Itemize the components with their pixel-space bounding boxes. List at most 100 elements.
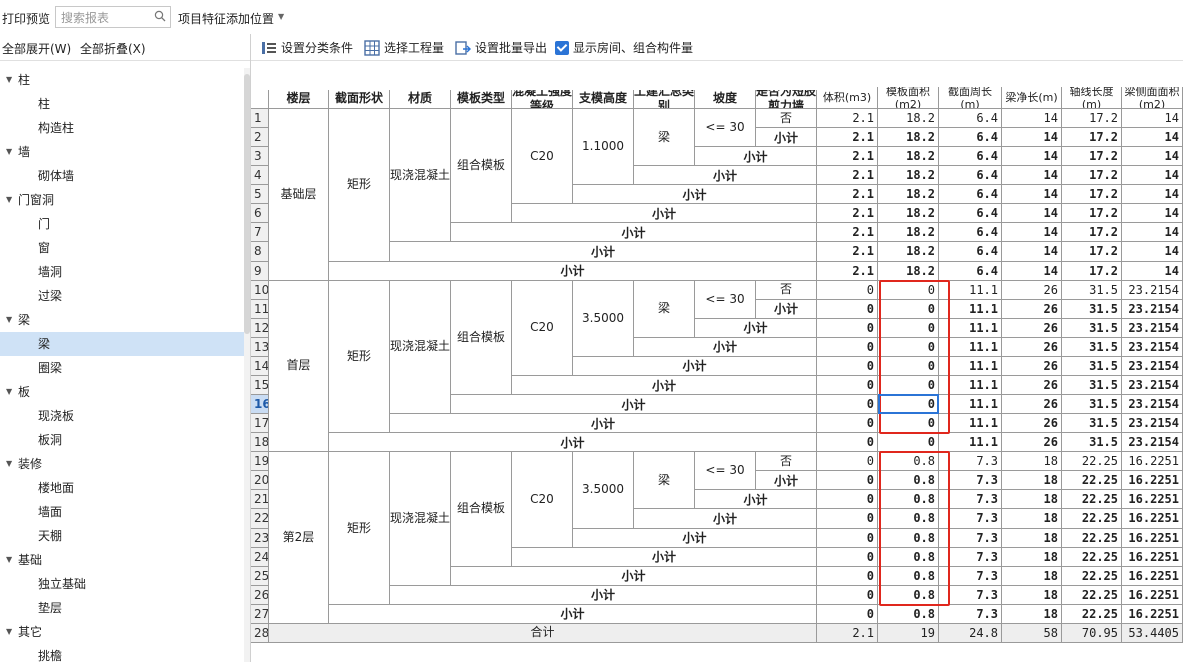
quantity-cell[interactable]: 0 xyxy=(878,433,939,453)
quantity-cell[interactable]: 14 xyxy=(1122,223,1183,243)
column-header-net-length[interactable]: 梁净长(m) xyxy=(1002,87,1062,109)
quantity-cell[interactable]: 6.4 xyxy=(939,223,1002,243)
quantity-cell[interactable]: 23.2154 xyxy=(1122,414,1183,434)
set-classification-button[interactable]: 设置分类条件 xyxy=(261,39,353,56)
quantity-cell[interactable]: 22.25 xyxy=(1062,528,1122,548)
quantity-cell[interactable]: 0.8 xyxy=(878,471,939,491)
quantity-cell[interactable]: 14 xyxy=(1002,204,1062,224)
quantity-cell[interactable]: 31.5 xyxy=(1062,356,1122,376)
quantity-cell[interactable]: 0 xyxy=(878,414,939,434)
quantity-cell[interactable]: 11.1 xyxy=(939,395,1002,415)
quantity-cell[interactable]: 23.2154 xyxy=(1122,375,1183,396)
quantity-cell[interactable]: 14 xyxy=(1002,147,1062,167)
quantity-cell[interactable]: 14 xyxy=(1122,185,1183,205)
row-number[interactable]: 13 xyxy=(251,337,269,357)
row-number[interactable]: 21 xyxy=(251,490,269,510)
row-number[interactable]: 1 xyxy=(251,109,269,129)
row-number[interactable]: 5 xyxy=(251,185,269,205)
quantity-cell[interactable]: 14 xyxy=(1122,109,1183,129)
quantity-cell[interactable]: 11.1 xyxy=(939,337,1002,357)
tree-item[interactable]: 窗 xyxy=(0,236,249,260)
row-number[interactable]: 3 xyxy=(251,147,269,167)
total-cell[interactable]: 2.1 xyxy=(817,623,878,643)
quantity-cell[interactable]: 18 xyxy=(1002,509,1062,529)
expand-arrow-icon[interactable]: ▼ xyxy=(6,140,12,164)
quantity-cell[interactable]: 18 xyxy=(1002,585,1062,605)
print-preview-button[interactable]: 打印预览 xyxy=(2,10,50,27)
quantity-cell[interactable]: 14 xyxy=(1002,109,1062,129)
row-number[interactable]: 16 xyxy=(251,395,269,415)
quantity-cell[interactable]: 0 xyxy=(817,528,878,548)
quantity-cell[interactable]: 14 xyxy=(1002,128,1062,148)
feature-position-dropdown[interactable]: 项目特征添加位置 xyxy=(178,10,274,27)
quantity-cell[interactable]: 26 xyxy=(1002,337,1062,357)
quantity-cell[interactable]: 22.25 xyxy=(1062,490,1122,510)
quantity-cell[interactable]: 14 xyxy=(1002,166,1062,186)
quantity-cell[interactable]: 0 xyxy=(817,490,878,510)
row-number[interactable]: 2 xyxy=(251,128,269,148)
quantity-cell[interactable]: 26 xyxy=(1002,433,1062,453)
quantity-cell[interactable]: 7.3 xyxy=(939,528,1002,548)
quantity-cell[interactable]: 23.2154 xyxy=(1122,395,1183,415)
quantity-cell[interactable]: 22.25 xyxy=(1062,509,1122,529)
row-number[interactable]: 23 xyxy=(251,528,269,548)
quantity-cell[interactable]: 11.1 xyxy=(939,414,1002,434)
quantity-cell[interactable]: 17.2 xyxy=(1062,147,1122,167)
quantity-cell[interactable]: 23.2154 xyxy=(1122,433,1183,453)
quantity-cell[interactable]: 0.8 xyxy=(878,585,939,605)
tree-scrollbar-thumb[interactable] xyxy=(244,74,250,334)
quantity-cell[interactable]: 18.2 xyxy=(878,166,939,186)
quantity-cell[interactable]: 7.3 xyxy=(939,604,1002,624)
row-number[interactable]: 24 xyxy=(251,547,269,567)
quantity-cell[interactable]: 26 xyxy=(1002,356,1062,376)
column-header-side-area[interactable]: 梁侧面面积(m2) xyxy=(1122,87,1183,109)
quantity-cell[interactable]: 0 xyxy=(817,318,878,338)
quantity-cell[interactable]: 31.5 xyxy=(1062,414,1122,434)
quantity-cell[interactable]: 11.1 xyxy=(939,375,1002,396)
quantity-cell[interactable]: 22.25 xyxy=(1062,604,1122,624)
quantity-cell[interactable]: 7.3 xyxy=(939,509,1002,529)
search-input[interactable] xyxy=(59,8,155,28)
quantity-cell[interactable]: 0 xyxy=(878,356,939,376)
quantity-cell[interactable]: 2.1 xyxy=(817,204,878,224)
quantity-cell[interactable]: 31.5 xyxy=(1062,318,1122,338)
quantity-cell[interactable]: 2.1 xyxy=(817,166,878,186)
quantity-cell[interactable]: 0 xyxy=(878,337,939,357)
tree-item[interactable]: 门 xyxy=(0,212,249,236)
quantity-cell[interactable]: 6.4 xyxy=(939,261,1002,281)
quantity-cell[interactable]: 26 xyxy=(1002,318,1062,338)
quantity-cell[interactable]: 26 xyxy=(1002,375,1062,396)
quantity-cell[interactable]: 0.8 xyxy=(878,490,939,510)
expand-arrow-icon[interactable]: ▼ xyxy=(6,548,12,572)
total-cell[interactable]: 70.95 xyxy=(1062,623,1122,643)
quantity-cell[interactable]: 18.2 xyxy=(878,223,939,243)
total-cell[interactable]: 58 xyxy=(1002,623,1062,643)
tree-item[interactable]: 柱 xyxy=(0,92,249,116)
tree-item[interactable]: 梁 xyxy=(0,332,249,356)
quantity-cell[interactable]: 0.8 xyxy=(878,509,939,529)
tree-item[interactable]: 现浇板 xyxy=(0,404,249,428)
quantity-cell[interactable]: 6.4 xyxy=(939,147,1002,167)
column-header-material[interactable]: 材质 xyxy=(390,89,451,109)
row-number[interactable]: 26 xyxy=(251,585,269,605)
quantity-cell[interactable]: 31.5 xyxy=(1062,433,1122,453)
quantity-cell[interactable]: 17.2 xyxy=(1062,185,1122,205)
expand-arrow-icon[interactable]: ▼ xyxy=(6,620,12,644)
quantity-cell[interactable]: 2.1 xyxy=(817,109,878,129)
expand-arrow-icon[interactable]: ▼ xyxy=(6,308,12,332)
tree-item[interactable]: 板洞 xyxy=(0,428,249,452)
row-number[interactable]: 4 xyxy=(251,166,269,186)
quantity-cell[interactable]: 0 xyxy=(878,280,939,300)
quantity-cell[interactable]: 22.25 xyxy=(1062,547,1122,567)
quantity-cell[interactable]: 23.2154 xyxy=(1122,337,1183,357)
column-header-formwork-type[interactable]: 模板类型 xyxy=(451,89,512,109)
quantity-cell[interactable]: 0.8 xyxy=(878,604,939,624)
quantity-cell[interactable]: 16.2251 xyxy=(1122,547,1183,567)
quantity-cell[interactable]: 7.3 xyxy=(939,490,1002,510)
quantity-cell[interactable]: 22.25 xyxy=(1062,585,1122,605)
row-number[interactable]: 25 xyxy=(251,566,269,586)
quantity-cell[interactable]: 14 xyxy=(1122,242,1183,262)
tree-group[interactable]: ▼ 装修 xyxy=(0,452,249,476)
tree-item[interactable]: 楼地面 xyxy=(0,476,249,500)
quantity-cell[interactable]: 0 xyxy=(878,318,939,338)
